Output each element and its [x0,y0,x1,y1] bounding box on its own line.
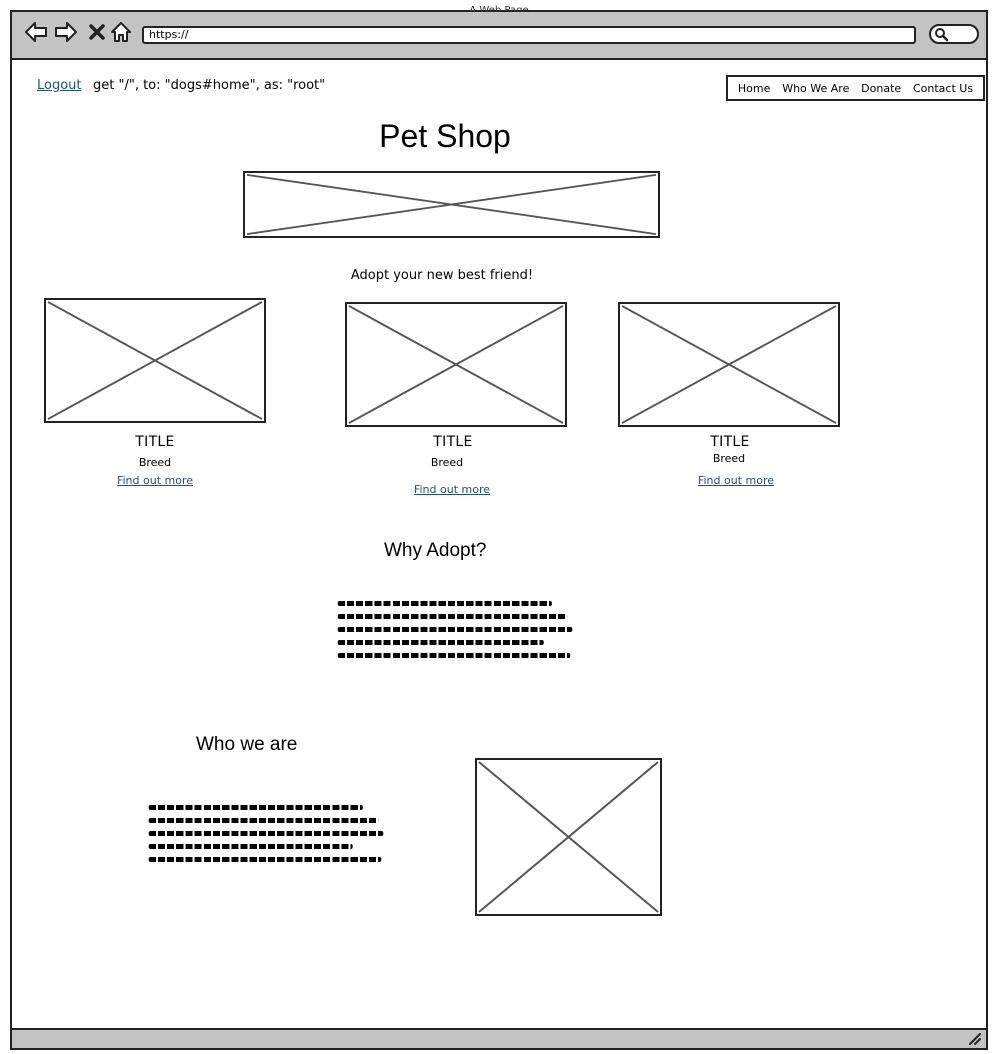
scribble-line [337,640,544,645]
status-bar [12,1028,986,1048]
why-adopt-text [337,601,573,666]
why-adopt-heading: Why Adopt? [384,540,487,561]
home-icon[interactable] [109,20,133,44]
logout-link[interactable]: Logout [37,78,82,93]
nav-home[interactable]: Home [738,82,770,95]
hero-image-placeholder [243,171,660,238]
close-icon[interactable] [85,20,109,44]
route-text: get "/", to: "dogs#home", as: "root" [93,78,326,93]
top-navigation: Home Who We Are Donate Contact Us [726,75,985,101]
page-title: Pet Shop [379,118,511,154]
pet-card-link-3[interactable]: Find out more [625,474,847,487]
address-bar[interactable]: https:// [142,26,916,44]
scribble-line [337,653,571,658]
pet-card-image-2 [345,302,567,427]
pet-card-link-2[interactable]: Find out more [341,483,563,496]
resize-grip-icon[interactable] [968,1032,982,1046]
search-icon [935,28,949,42]
pet-card-title-1: TITLE [135,434,175,450]
scribble-line [337,601,552,606]
pet-card-image-3 [618,302,840,427]
scribble-line [148,831,384,836]
pet-card-title-2: TITLE [433,434,473,450]
nav-donate[interactable]: Donate [861,82,901,95]
who-we-are-image-placeholder [475,758,662,916]
back-arrow-icon[interactable] [24,20,48,44]
scribble-line [148,818,379,823]
browser-toolbar: https:// [12,12,986,60]
who-we-are-text [148,805,386,870]
pet-card-title-3: TITLE [710,434,750,450]
scribble-line [148,805,363,810]
search-box[interactable] [929,24,979,44]
pet-card-link-1[interactable]: Find out more [44,474,266,487]
forward-arrow-icon[interactable] [54,20,78,44]
scribble-line [337,627,573,632]
nav-contact-us[interactable]: Contact Us [913,82,973,95]
scribble-line [148,844,353,849]
tagline: Adopt your new best friend! [350,268,534,283]
nav-who-we-are[interactable]: Who We Are [782,82,849,95]
scribble-line [337,614,568,619]
browser-window: A Web Page https:// Logout get "/", to: … [10,5,988,1050]
who-we-are-heading: Who we are [196,734,298,755]
scribble-line [148,857,382,862]
pet-card-breed-2: Breed [430,456,464,469]
pet-card-image-1 [44,298,266,423]
pet-card-breed-3: Breed [712,452,746,465]
pet-card-breed-1: Breed [138,456,172,469]
